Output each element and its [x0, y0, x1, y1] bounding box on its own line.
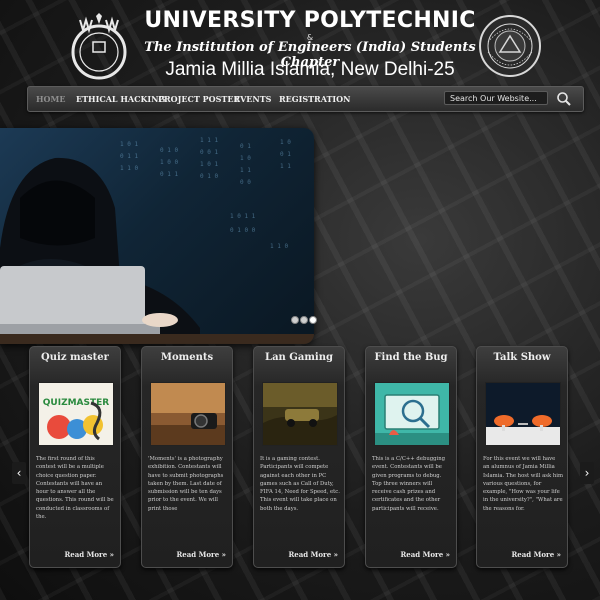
svg-text:1 1 1: 1 1 1	[200, 137, 218, 144]
svg-text:0 1: 0 1	[280, 151, 291, 158]
site-title: UNIVERSITY POLYTECHNIC	[144, 8, 476, 33]
svg-text:1 0 0: 1 0 0	[160, 159, 178, 166]
main-navbar: HOME ETHICAL HACKING PROJECT POSTER EVEN…	[27, 86, 584, 112]
svg-text:1 0 1: 1 0 1	[200, 161, 218, 168]
quizmaster-image: QUIZMASTER	[38, 382, 114, 446]
svg-text:0 1 0: 0 1 0	[200, 173, 218, 180]
slider-dot-3[interactable]	[309, 316, 317, 324]
svg-text:0 1 0 0: 0 1 0 0	[230, 227, 256, 234]
nav-events[interactable]: EVENTS	[234, 87, 271, 111]
read-more-link[interactable]: Read More »	[288, 550, 338, 559]
read-more-link[interactable]: Read More »	[511, 550, 561, 559]
event-card-lan-gaming: Lan Gaming It is a gaming contest. Parti…	[253, 346, 345, 568]
svg-text:0 0 1: 0 0 1	[200, 149, 218, 156]
svg-text:1 0 1 1: 1 0 1 1	[230, 213, 256, 220]
svg-text:0 1 0: 0 1 0	[160, 147, 178, 154]
card-title: Lan Gaming	[265, 352, 333, 363]
chevron-right-icon[interactable]: ›	[580, 462, 594, 484]
slider-dot-1[interactable]	[291, 316, 299, 324]
nav-registration[interactable]: REGISTRATION	[279, 87, 350, 111]
jamia-emblem-logo	[71, 13, 127, 80]
site-header: UNIVERSITY POLYTECHNIC & The Institution…	[0, 0, 600, 88]
ie-india-seal-logo	[479, 15, 541, 77]
nav-ethical-hacking[interactable]: ETHICAL HACKING	[76, 87, 165, 111]
svg-text:1 1: 1 1	[240, 167, 251, 174]
talk-show-image	[485, 382, 561, 446]
svg-text:1 0 1: 1 0 1	[120, 141, 138, 148]
card-description: For this event we will have an alumnus o…	[483, 456, 563, 512]
hacker-slide-image: 1 0 1 0 1 1 1 1 0 0 1 0 1 0 0 0 1 1 1 1 1 0 0…	[0, 137, 314, 344]
hero-slider[interactable]: 1 0 1 0 1 1 1 1 0 0 1 0 1 0 0 0 1 1 1 1 1 0 0…	[0, 128, 314, 344]
svg-text:0 0: 0 0	[240, 179, 251, 186]
site-location: Jamia Millia Islamia, New Delhi-25	[165, 59, 455, 80]
event-card-find-the-bug: Find the Bug This is a C/C++ debugging e…	[365, 346, 457, 568]
read-more-link[interactable]: Read More »	[400, 550, 450, 559]
lan-gaming-image	[262, 382, 338, 446]
card-description: The first round of this contest will be …	[36, 456, 114, 521]
svg-text:0 1 1: 0 1 1	[120, 153, 138, 160]
svg-text:1 1 0: 1 1 0	[270, 243, 288, 250]
event-card-talk-show: Talk Show For this event we will have an…	[476, 346, 568, 568]
svg-text:0 1 1: 0 1 1	[160, 171, 178, 178]
svg-text:0 1: 0 1	[240, 143, 251, 150]
slider-dot-2[interactable]	[300, 316, 308, 324]
card-description: It is a gaming contest. Participants wil…	[260, 456, 340, 512]
moments-image	[150, 382, 226, 446]
find-the-bug-image	[374, 382, 450, 446]
card-description: 'Moments' is a photography exhibition. C…	[148, 456, 224, 512]
search-input[interactable]: Search Our Website...	[444, 91, 548, 105]
card-title: Talk Show	[493, 352, 551, 363]
svg-text:1 1 0: 1 1 0	[120, 165, 138, 172]
card-description: This is a C/C++ debugging event. Contest…	[372, 456, 446, 512]
card-title: Find the Bug	[374, 352, 448, 363]
nav-home[interactable]: HOME	[36, 87, 65, 111]
event-card-quiz-master: Quiz master QUIZMASTER The first round o…	[29, 346, 121, 568]
svg-text:1 0: 1 0	[280, 139, 291, 146]
card-title: Moments	[160, 352, 214, 363]
card-title: Quiz master	[41, 352, 109, 363]
nav-project-poster[interactable]: PROJECT POSTER	[158, 87, 240, 111]
slider-pagination	[291, 316, 321, 324]
read-more-link[interactable]: Read More »	[64, 550, 114, 559]
search-icon[interactable]	[555, 90, 573, 108]
chevron-left-icon[interactable]: ‹	[12, 462, 26, 484]
read-more-link[interactable]: Read More »	[176, 550, 226, 559]
svg-text:1 0: 1 0	[240, 155, 251, 162]
event-card-moments: Moments 'Moments' is a photography exhib…	[141, 346, 233, 568]
svg-text:1 1: 1 1	[280, 163, 291, 170]
